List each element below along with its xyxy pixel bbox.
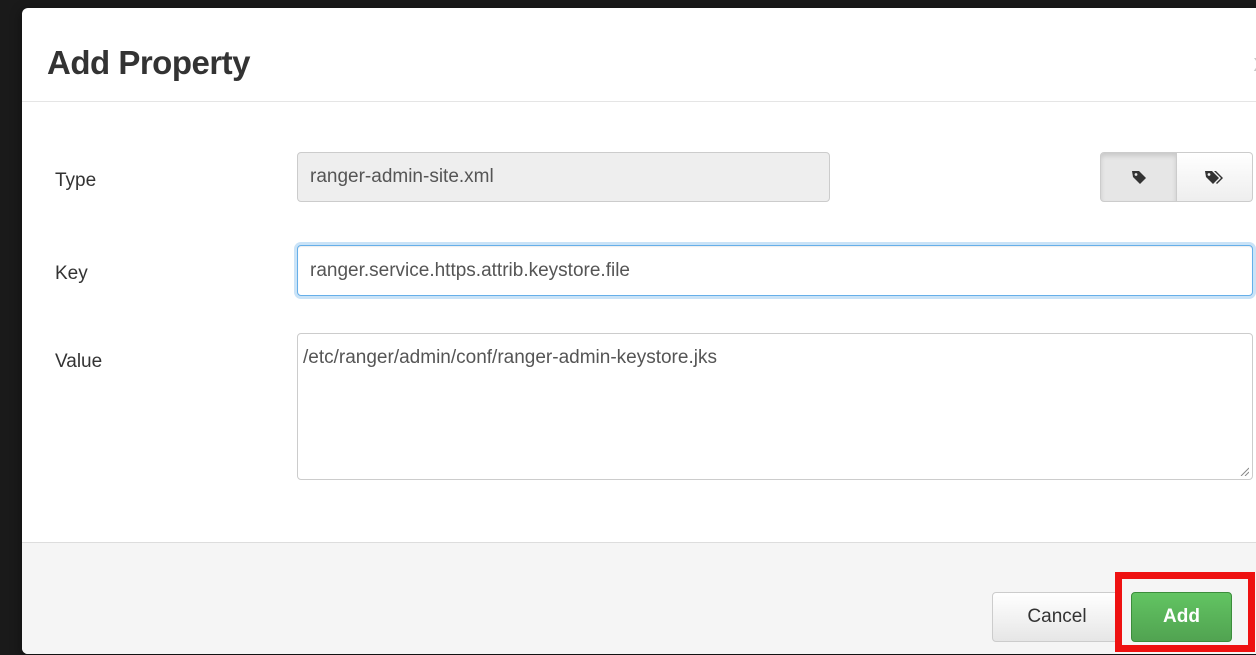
tags-icon [1204, 171, 1223, 184]
value-text: /etc/ranger/admin/conf/ranger-admin-keys… [303, 347, 717, 368]
multiple-tags-button[interactable] [1177, 152, 1253, 202]
key-label: Key [55, 263, 88, 284]
resize-handle-icon[interactable] [1239, 466, 1249, 476]
dialog-header: Add Property x [22, 8, 1256, 102]
type-label: Type [55, 170, 97, 191]
add-button-highlight [1115, 572, 1255, 652]
value-label: Value [55, 351, 103, 372]
single-tag-button[interactable] [1100, 152, 1177, 202]
tag-toggle-group [1100, 152, 1253, 202]
value-textarea[interactable]: /etc/ranger/admin/conf/ranger-admin-keys… [297, 333, 1253, 480]
dialog-title: Add Property [47, 44, 251, 81]
cancel-button[interactable]: Cancel [992, 592, 1122, 642]
tag-icon [1131, 171, 1146, 184]
key-input[interactable]: ranger.service.https.attrib.keystore.fil… [297, 245, 1253, 296]
type-field[interactable]: ranger-admin-site.xml [297, 152, 830, 202]
add-property-dialog: Add Property x Type ranger-admin-site.xm… [22, 8, 1256, 654]
